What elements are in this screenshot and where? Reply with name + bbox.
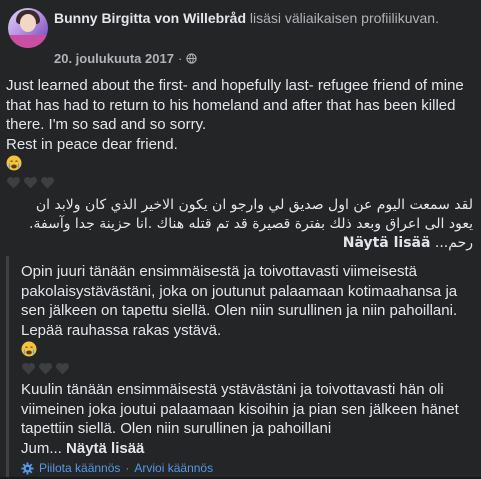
emoji-line [6, 154, 473, 174]
black-heart-icon [7, 176, 20, 189]
post-date[interactable]: 20. joulukuuta 2017 [54, 51, 174, 66]
translation-line: Opin juuri tänään ensimmäisestä ja toivo… [21, 263, 418, 280]
black-heart-icon [41, 176, 54, 189]
translation-block: Opin juuri tänään ensimmäisestä ja toivo… [6, 256, 473, 477]
post-body: Just learned about the first- and hopefu… [6, 76, 473, 253]
see-more-link[interactable]: Näytä lisää [343, 235, 431, 251]
author-name[interactable]: Bunny Birgitta von Willebråd [54, 10, 246, 26]
post-action: lisäsi väliaikaisen profiilikuvan. [249, 10, 439, 26]
translation-controls: Piilota käännös · Arvioi käännös [21, 459, 213, 479]
rate-translation-link[interactable]: Arvioi käännös [134, 459, 213, 479]
translation-line: Lepää rauhassa rakas ystävä. [21, 321, 222, 339]
meta-separator: · [177, 51, 183, 66]
arabic-line: يعود الى اعراق وبعد ذلك بفترة قصيرة قد ت… [29, 216, 473, 232]
crying-face-icon [21, 341, 37, 357]
globe-icon[interactable] [186, 53, 197, 64]
gear-icon[interactable] [21, 462, 34, 475]
translation-line: viimeinen joka joutui palaamaan kisoihin… [21, 400, 459, 418]
arabic-line: لقد سمعت اليوم عن اول صديق لي وارجو ان ي… [35, 197, 473, 213]
hearts-line [21, 360, 473, 380]
header-text: Bunny Birgitta von Willebråd lisäsi väli… [54, 10, 473, 27]
post-header: Bunny Birgitta von Willebråd lisäsi väli… [8, 8, 473, 68]
post-card: Bunny Birgitta von Willebråd lisäsi väli… [0, 0, 481, 477]
black-heart-icon [22, 362, 35, 375]
avatar[interactable] [8, 8, 48, 48]
translation-line: Kuulin tänään ensimmäisestä ystävästäni … [21, 381, 444, 398]
black-heart-icon [24, 176, 37, 189]
post-meta: 20. joulukuuta 2017 · [54, 51, 197, 66]
translation-line: sen jälkeen on tapettu siellä. Olen niin… [21, 302, 458, 319]
translation-paragraph: Kuulin tänään ensimmäisestä ystävästäni … [21, 380, 473, 458]
emoji-line [21, 340, 473, 360]
arabic-text: لقد سمعت اليوم عن اول صديق لي وارجو ان ي… [6, 196, 473, 253]
hide-translation-link[interactable]: Piilota käännös [39, 459, 120, 479]
crying-face-icon [6, 155, 22, 171]
translation-line: Jum... [21, 439, 62, 457]
footer-separator: · [125, 461, 130, 475]
arabic-line: رحم... [434, 235, 473, 251]
post-text-line: that has had to return to his homeland a… [6, 96, 456, 114]
hearts-line [6, 174, 473, 194]
translation-line-last: Jum... Näytä lisää [21, 439, 473, 459]
post-text-line: Rest in peace dear friend. [6, 135, 178, 153]
arabic-line-last: رحم... Näytä lisää [6, 234, 473, 253]
black-heart-icon [56, 362, 69, 375]
post-text-line: there. I'm so sad and so sorry. [6, 116, 207, 133]
see-more-link[interactable]: Näytä lisää [66, 440, 144, 457]
translation-line: pakolaisystävästäni, joka on joutunut pa… [21, 282, 458, 300]
black-heart-icon [39, 362, 52, 375]
translation-paragraph: Opin juuri tänään ensimmäisestä ja toivo… [21, 262, 473, 340]
post-text-line: Just learned about the first- and hopefu… [6, 77, 464, 94]
translation-line: tapettiin siellä. Olen niin surullinen j… [21, 420, 332, 437]
